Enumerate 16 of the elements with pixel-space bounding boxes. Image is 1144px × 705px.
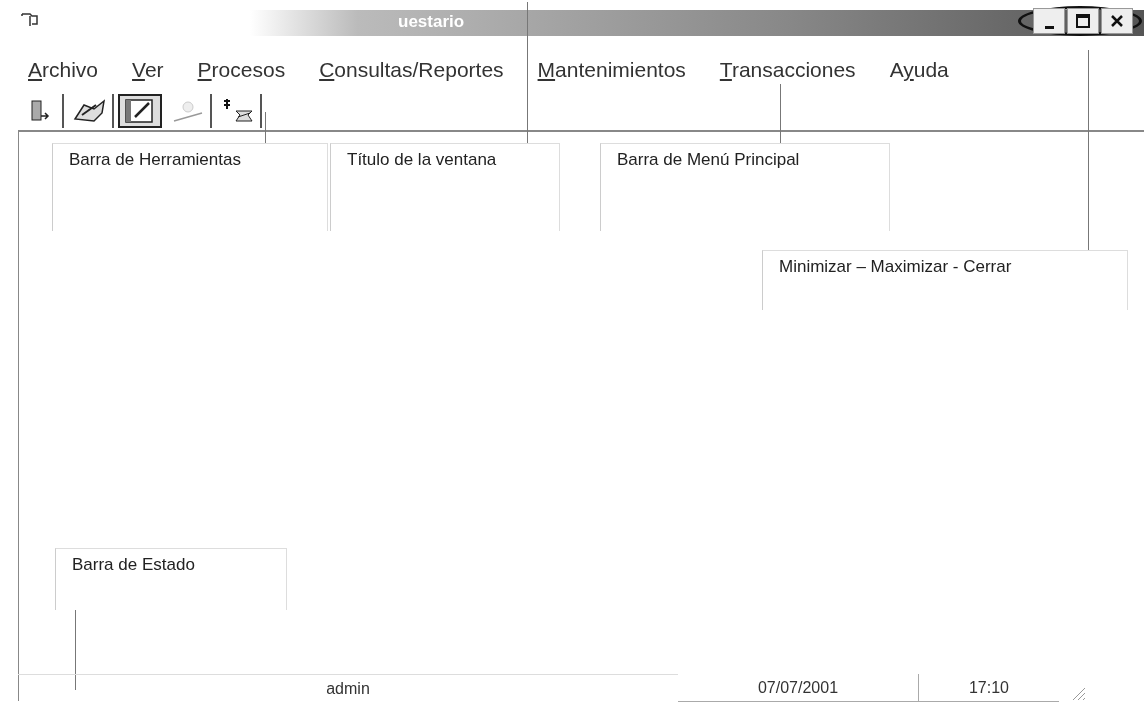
status-time: 17:10 [918,674,1059,702]
menu-item[interactable]: Ayuda [889,56,949,84]
menu-item[interactable]: Archivo [28,56,99,84]
status-date: 07/07/2001 [678,674,918,702]
status-user: admin [18,674,678,702]
menu-item[interactable]: Procesos [197,56,286,84]
callout-label: Barra de Herramientas [52,143,328,231]
callout-label: Barra de Menú Principal [600,143,890,231]
menu-item[interactable]: Transacciones [719,56,856,84]
callout-label: Barra de Estado [55,548,287,610]
menu-item[interactable]: Mantenimientos [537,56,686,84]
menu-item[interactable]: Consultas/Reportes [319,56,504,84]
window-title: uestario [398,12,465,32]
menu-item[interactable]: Ver [132,56,164,84]
callout-label: Minimizar – Maximizar - Cerrar [762,250,1128,310]
callout-label: Título de la ventana [330,143,560,231]
